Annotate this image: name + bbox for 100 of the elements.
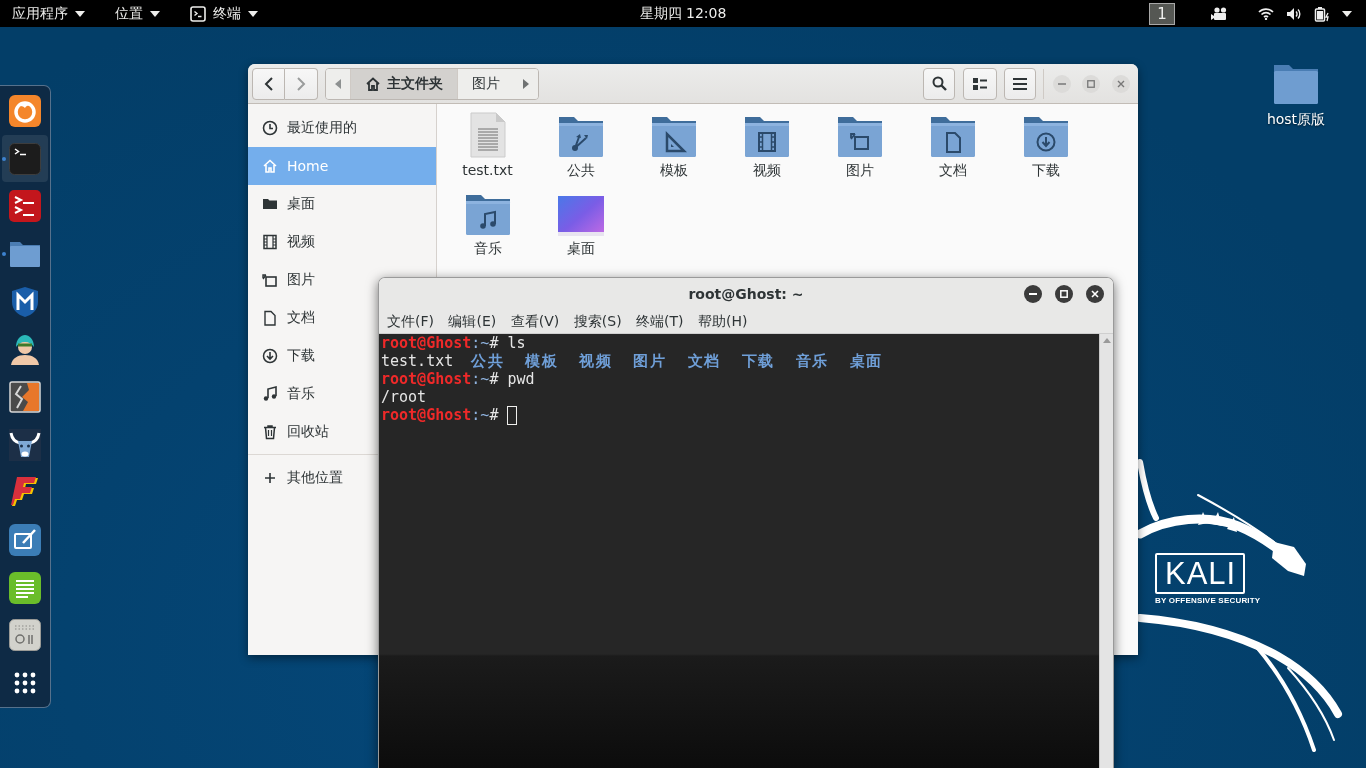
tablet-pen-icon — [9, 524, 41, 557]
logo-subtitle: BY OFFENSIVE SECURITY — [1155, 596, 1261, 605]
close-icon — [1091, 290, 1099, 298]
close-icon — [1117, 79, 1125, 88]
maximize-icon — [1087, 79, 1095, 88]
sidebar-item[interactable]: 图片 — [248, 261, 325, 299]
terminal-icon — [190, 5, 206, 22]
split-square-icon — [9, 380, 41, 413]
folder-icon — [262, 196, 278, 212]
file-name[interactable]: 公共 — [566, 162, 595, 179]
folder-ruler-icon[interactable] — [649, 116, 698, 158]
menu-item[interactable]: 编辑(E) — [441, 312, 504, 331]
menu-item[interactable]: 终端(T) — [629, 312, 691, 331]
file-name[interactable]: 文档 — [938, 162, 967, 179]
desktop-icon-label[interactable]: host原版 — [1266, 111, 1326, 129]
workspace-indicator[interactable]: 1 — [1149, 2, 1175, 25]
scroll-right-button[interactable] — [514, 68, 538, 99]
battery-icon[interactable] — [1314, 5, 1330, 22]
plus-icon — [262, 470, 278, 486]
sidebar-item[interactable]: 桌面 — [248, 185, 325, 223]
console-icon — [9, 190, 41, 223]
caret-icon — [75, 10, 85, 17]
caret-icon — [150, 10, 160, 17]
maximize-icon — [1060, 290, 1068, 298]
avatar-icon — [9, 333, 41, 366]
folder-share-icon[interactable] — [556, 116, 605, 158]
close-button[interactable] — [1086, 285, 1104, 303]
film-icon — [262, 234, 278, 250]
folder-document-icon[interactable] — [928, 116, 977, 158]
home-icon — [262, 158, 278, 174]
music-note-icon — [262, 386, 278, 402]
back-button[interactable] — [252, 67, 285, 100]
sidebar-item[interactable]: 其他位置 — [248, 459, 353, 497]
file-name[interactable]: 图片 — [845, 162, 874, 179]
folder-film-icon[interactable] — [742, 116, 791, 158]
minimize-icon — [1029, 293, 1037, 295]
file-name[interactable]: 桌面 — [566, 240, 595, 257]
file-name[interactable]: test.txt — [462, 162, 513, 179]
logo-title: KALI — [1155, 553, 1245, 594]
download-icon — [262, 348, 278, 364]
image-thumbnail[interactable] — [557, 196, 604, 236]
view-toggle-button[interactable] — [963, 67, 997, 100]
terminal-line: root@Ghost:~# — [381, 406, 500, 424]
folder-music-icon[interactable] — [463, 194, 512, 236]
notes-icon — [9, 571, 41, 604]
path-segment[interactable]: 主文件夹 — [350, 68, 457, 99]
terminal-line: root@Ghost:~# pwd — [381, 370, 535, 388]
scroll-up-arrow-icon — [1102, 338, 1111, 343]
terminal-line: test.txt 公共 模板 视频 图片 文档 下载 音乐 桌面 — [381, 352, 883, 370]
terminal-icon — [9, 142, 41, 175]
file-name[interactable]: 音乐 — [473, 240, 502, 257]
search-button[interactable] — [923, 67, 955, 100]
chevron-right-icon — [296, 76, 306, 91]
chevron-left-icon — [263, 76, 274, 91]
path-segment[interactable]: 图片 — [457, 68, 514, 99]
maximize-button[interactable] — [1055, 285, 1073, 303]
caret-icon — [1342, 10, 1352, 17]
menu-item[interactable]: 搜索(S) — [566, 312, 629, 331]
sidebar-item[interactable]: 下载 — [248, 337, 325, 375]
caret-icon — [248, 10, 258, 17]
menu-item[interactable]: 文件(F) — [380, 312, 441, 331]
triangle-left-icon — [335, 78, 341, 89]
sidebar-item[interactable]: 视频 — [248, 223, 325, 261]
minimize-icon — [1058, 82, 1066, 85]
search-icon — [931, 76, 947, 91]
file-name[interactable]: 视频 — [752, 162, 781, 179]
clock-icon — [262, 120, 278, 136]
video-camera-icon[interactable] — [1211, 6, 1229, 21]
menu-button[interactable]: 位置 — [115, 4, 160, 23]
folder-icon — [9, 239, 41, 268]
menu-button[interactable]: 应用程序 — [12, 4, 85, 23]
document-icon — [262, 310, 278, 326]
clock[interactable]: 星期四 12:08 — [639, 4, 727, 23]
terminal-line: /root — [381, 388, 427, 406]
list-view-icon — [973, 77, 987, 90]
picture-icon — [262, 272, 278, 288]
browser-icon — [9, 94, 41, 127]
home-icon — [365, 75, 381, 92]
minimize-button[interactable] — [1024, 285, 1042, 303]
sidebar-item[interactable]: 回收站 — [248, 413, 339, 451]
app-grid-icon — [14, 672, 36, 695]
wifi-icon[interactable] — [1258, 7, 1274, 20]
menu-icon — [1013, 77, 1027, 90]
scrollbar[interactable] — [1099, 334, 1113, 768]
volume-icon[interactable] — [1286, 6, 1302, 21]
file-name[interactable]: 下载 — [1031, 162, 1060, 179]
scroll-left-button[interactable] — [326, 68, 350, 99]
folder-icon[interactable] — [1273, 64, 1319, 104]
menu-button[interactable] — [1004, 67, 1036, 100]
menu-item[interactable]: 查看(V) — [503, 312, 567, 331]
menu-button[interactable]: 终端 — [190, 4, 258, 23]
file-name[interactable]: 模板 — [659, 162, 688, 179]
folder-picture-icon[interactable] — [835, 116, 884, 158]
sidebar-item[interactable]: 最近使用的 — [248, 109, 367, 147]
window-title: root@Ghost: ~ — [688, 286, 804, 302]
sidebar-item[interactable]: 文档 — [248, 299, 325, 337]
folder-download-icon[interactable] — [1021, 116, 1070, 158]
shield-icon — [11, 285, 39, 318]
menu-item[interactable]: 帮助(H) — [691, 312, 755, 331]
sidebar-item[interactable]: 音乐 — [248, 375, 325, 413]
